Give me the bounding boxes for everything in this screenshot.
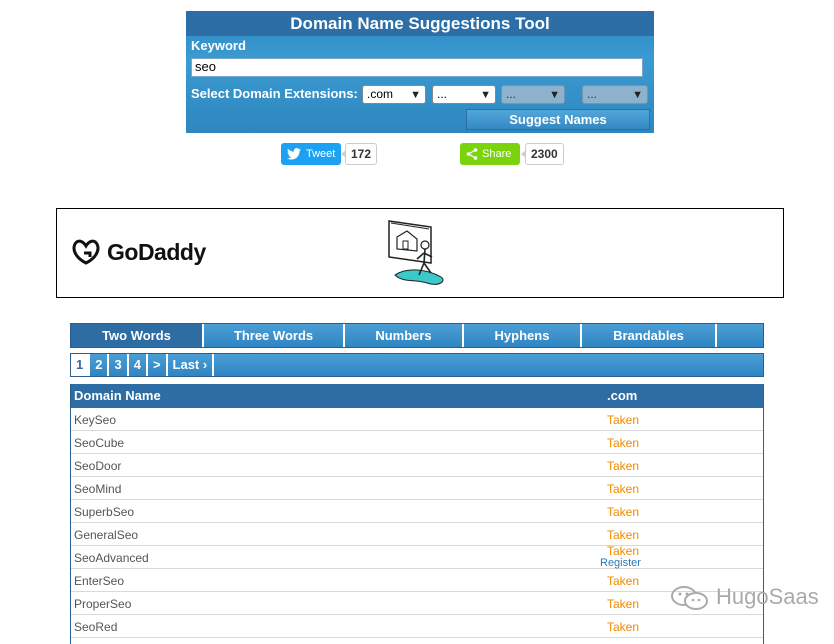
page-1-link[interactable]: 1: [71, 354, 91, 376]
domain-name: SeoMind: [74, 482, 122, 496]
tab-three-words[interactable]: Three Words: [204, 324, 345, 347]
tweet-count: 172: [340, 143, 378, 165]
page-3-link[interactable]: 3: [109, 354, 129, 376]
table-row: SeoDoor Taken: [71, 454, 763, 477]
extension-select-1[interactable]: .com ▼: [362, 85, 426, 104]
table-row: KeySeo Taken: [71, 408, 763, 431]
last-page-link[interactable]: Last ›: [168, 354, 215, 376]
domain-name: SeoAdvanced: [74, 551, 149, 565]
domain-name: GeneralSeo: [74, 528, 139, 542]
tweet-label: Tweet: [306, 148, 336, 160]
result-tabs: Two Words Three Words Numbers Hyphens Br…: [70, 323, 764, 348]
extension-select-3[interactable]: ... ▼: [501, 85, 565, 104]
share-count: 2300: [521, 143, 564, 165]
chevron-down-icon: ▼: [549, 89, 560, 101]
next-page-link[interactable]: >: [148, 354, 168, 376]
extensions-label: Select Domain Extensions:: [191, 86, 358, 101]
tool-title: Domain Name Suggestions Tool: [186, 11, 654, 36]
keyword-label: Keyword: [191, 38, 246, 53]
chevron-down-icon: ▼: [410, 89, 421, 101]
tweet-button[interactable]: Tweet: [281, 143, 341, 165]
pagination: 1 2 3 4 > Last ›: [70, 353, 764, 377]
extension-select-4[interactable]: ... ▼: [582, 85, 648, 104]
domain-status-link[interactable]: Taken: [607, 436, 639, 450]
table-row: GeneralSeo Taken: [71, 523, 763, 546]
extension-select-2-value: ...: [437, 87, 448, 101]
table-row: EnterSeo Taken: [71, 569, 763, 592]
tab-two-words[interactable]: Two Words: [71, 324, 204, 347]
share-icon: [466, 148, 478, 160]
ad-illustration-icon: [388, 220, 444, 285]
page-2-link[interactable]: 2: [90, 354, 110, 376]
tab-spacer: [717, 324, 763, 347]
domain-status-link[interactable]: Taken: [607, 574, 639, 588]
domain-status-link[interactable]: Taken: [607, 528, 639, 542]
domain-name: SeoCube: [74, 436, 125, 450]
domain-status-link[interactable]: Taken: [607, 544, 639, 558]
share-label: Share: [482, 148, 512, 160]
share-button[interactable]: Share: [460, 143, 520, 165]
domain-status-link[interactable]: Taken: [607, 505, 639, 519]
godaddy-ad-banner[interactable]: GoDaddy: [56, 208, 784, 298]
table-row: ProperSeo Taken: [71, 592, 763, 615]
domain-suggestions-tool: Domain Name Suggestions Tool Keyword seo…: [186, 11, 654, 133]
godaddy-brand: GoDaddy: [107, 239, 206, 265]
table-header: Domain Name .com: [71, 384, 763, 408]
domain-name: KeySeo: [74, 413, 117, 427]
chat-bubbles-icon: [671, 586, 708, 610]
tab-brandables[interactable]: Brandables: [582, 324, 717, 347]
domain-status-link[interactable]: Taken: [607, 597, 639, 611]
header-domain-name: Domain Name: [74, 388, 161, 403]
extension-select-2[interactable]: ... ▼: [432, 85, 496, 104]
table-row: SuperbSeo Taken: [71, 500, 763, 523]
chevron-down-icon: ▼: [480, 89, 491, 101]
extension-select-3-value: ...: [506, 87, 517, 101]
keyword-input[interactable]: seo: [191, 58, 643, 77]
page-4-link[interactable]: 4: [129, 354, 148, 376]
domain-name: SeoDoor: [74, 459, 122, 473]
tab-hyphens[interactable]: Hyphens: [464, 324, 582, 347]
extension-select-1-value: .com: [367, 87, 394, 101]
register-link[interactable]: Register: [600, 557, 641, 569]
domain-name: ProperSeo: [74, 597, 132, 611]
tab-numbers[interactable]: Numbers: [345, 324, 464, 347]
table-row: SeoRed Taken: [71, 615, 763, 638]
header-dot-com: .com: [607, 388, 638, 403]
twitter-bird-icon: [287, 148, 301, 160]
domain-name: SeoRed: [74, 620, 118, 634]
watermark-text: HugoSaas: [716, 584, 819, 609]
domain-status-link[interactable]: Taken: [607, 459, 639, 473]
suggest-names-button[interactable]: Suggest Names: [466, 109, 650, 130]
chevron-down-icon: ▼: [632, 89, 643, 101]
table-row: SeoCube Taken: [71, 431, 763, 454]
table-row: SeoMind Taken: [71, 477, 763, 500]
domain-status-link[interactable]: Taken: [607, 482, 639, 496]
domain-name: EnterSeo: [74, 574, 125, 588]
godaddy-logo-icon: [72, 239, 100, 265]
extension-select-4-value: ...: [587, 87, 598, 101]
results-table: Domain Name .com KeySeo Taken SeoCube Ta…: [70, 384, 764, 644]
table-row: SeoAdvanced Taken Register: [71, 544, 763, 569]
domain-status-link[interactable]: Taken: [607, 620, 639, 634]
domain-status-link[interactable]: Taken: [607, 413, 639, 427]
domain-name: SuperbSeo: [74, 505, 135, 519]
